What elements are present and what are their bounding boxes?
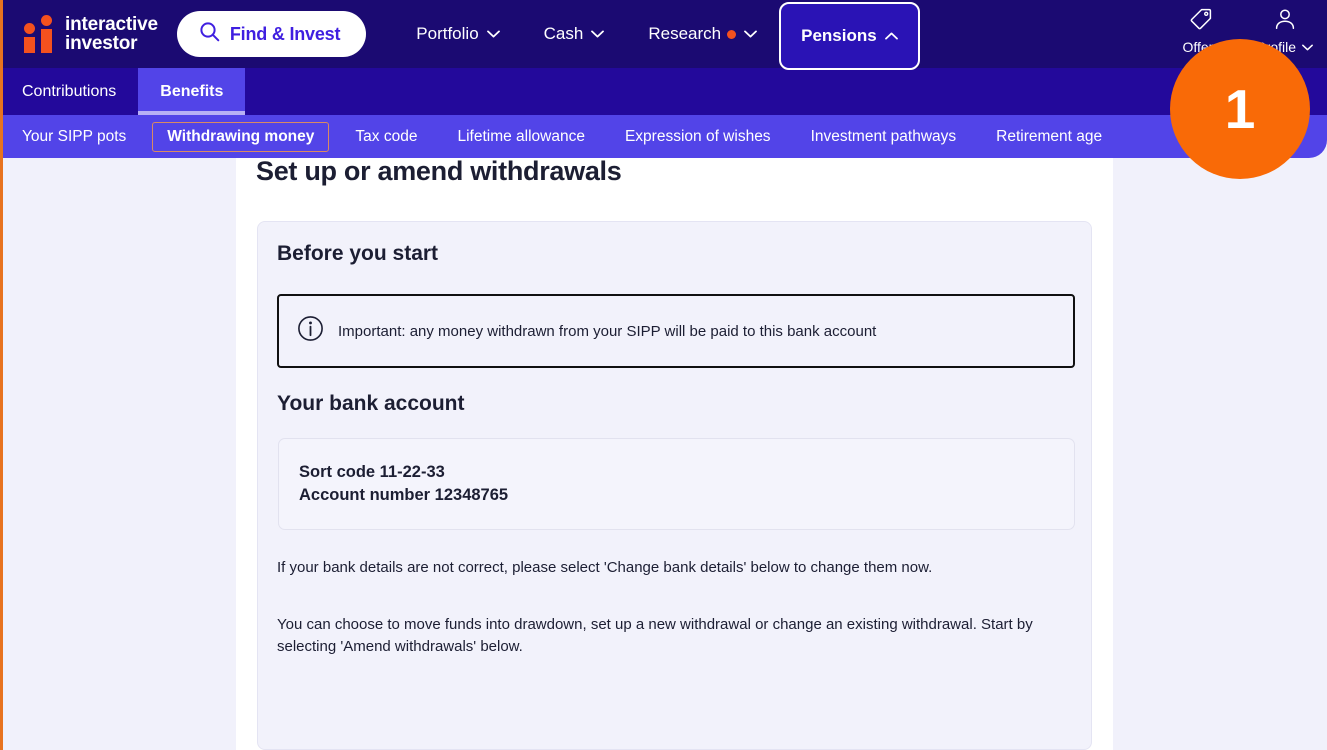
chevron-down-icon (486, 30, 500, 38)
account-number-value: Account number 12348765 (299, 486, 509, 504)
brand-wordmark-line1: interactive (65, 14, 158, 35)
step-number-badge: 1 (1170, 39, 1310, 179)
card-title: Before you start (277, 242, 439, 265)
tag-icon (1190, 8, 1212, 35)
info-circle-icon (297, 315, 324, 347)
tab-retirement-age[interactable]: Retirement age (982, 123, 1116, 151)
subnav-item-contributions-label: Contributions (22, 82, 117, 100)
tab-lifetime-allowance[interactable]: Lifetime allowance (443, 123, 599, 151)
tab-expression-of-wishes[interactable]: Expression of wishes (611, 123, 785, 151)
nav-item-cash-label: Cash (543, 24, 584, 43)
subnav-item-benefits[interactable]: Benefits (138, 68, 246, 115)
tab-your-sipp-pots[interactable]: Your SIPP pots (8, 123, 140, 151)
page-body: Set up or amend withdrawals Before you s… (0, 156, 1327, 750)
content-panel: Set up or amend withdrawals Before you s… (236, 156, 1113, 750)
search-icon (199, 21, 220, 47)
interactive-investor-logo-icon (22, 15, 55, 53)
nav-item-pensions-label: Pensions (801, 26, 877, 45)
subnav-item-benefits-label: Benefits (160, 82, 224, 100)
nav-item-pensions[interactable]: Pensions (779, 2, 920, 70)
step-number-badge-label: 1 (1224, 78, 1256, 140)
withdrawal-options-paragraph: You can choose to move funds into drawdo… (277, 616, 1033, 655)
page-root: interactive investor Find & Invest Portf… (0, 0, 1327, 750)
tab-withdrawing-money[interactable]: Withdrawing money (152, 121, 330, 152)
important-info-text: Important: any money withdrawn from your… (338, 322, 877, 340)
brand-logo[interactable]: interactive investor (22, 15, 158, 53)
tab-lifetime-allowance-label: Lifetime allowance (457, 127, 585, 145)
nav-item-cash[interactable]: Cash (522, 0, 627, 68)
chevron-down-icon (1302, 44, 1313, 51)
tertiary-tab-nav: Your SIPP pots Withdrawing money Tax cod… (0, 115, 1327, 158)
bank-details-help-paragraph: If your bank details are not correct, pl… (277, 559, 933, 576)
notification-dot-icon (727, 29, 737, 39)
tab-investment-pathways[interactable]: Investment pathways (797, 123, 971, 151)
tab-your-sipp-pots-label: Your SIPP pots (22, 127, 127, 145)
tab-retirement-age-label: Retirement age (996, 127, 1103, 145)
nav-item-research-label: Research (648, 24, 722, 43)
before-you-start-card: Before you start Important: any money wi… (257, 221, 1092, 750)
user-icon (1274, 8, 1296, 35)
subnav-item-contributions[interactable]: Contributions (0, 68, 138, 115)
browser-edge-strip (0, 0, 3, 750)
main-header: interactive investor Find & Invest Portf… (0, 0, 1327, 70)
find-and-invest-label: Find & Invest (229, 23, 341, 44)
chevron-up-icon (884, 32, 898, 40)
brand-wordmark-line2: investor (65, 33, 138, 54)
primary-nav: Portfolio Cash Research Pensions (394, 0, 920, 70)
tab-tax-code[interactable]: Tax code (341, 123, 431, 151)
brand-wordmark: interactive investor (65, 15, 158, 53)
nav-item-research[interactable]: Research (626, 0, 779, 68)
important-info-box: Important: any money withdrawn from your… (277, 294, 1075, 368)
bank-account-details-box: Sort code 11-22-33 Account number 123487… (278, 438, 1075, 530)
page-title: Set up or amend withdrawals (256, 156, 622, 186)
tab-tax-code-label: Tax code (355, 127, 418, 145)
sort-code-value: Sort code 11-22-33 (299, 463, 445, 481)
chevron-down-icon (591, 30, 605, 38)
secondary-nav: Contributions Benefits (0, 68, 1327, 115)
tab-expression-of-wishes-label: Expression of wishes (624, 127, 771, 145)
nav-item-portfolio-label: Portfolio (416, 24, 479, 43)
nav-item-portfolio[interactable]: Portfolio (394, 0, 521, 68)
tab-investment-pathways-label: Investment pathways (810, 127, 957, 145)
bank-section-title: Your bank account (277, 392, 465, 415)
find-and-invest-button[interactable]: Find & Invest (176, 11, 367, 57)
chevron-down-icon (744, 30, 758, 38)
tab-withdrawing-money-label: Withdrawing money (167, 127, 315, 145)
